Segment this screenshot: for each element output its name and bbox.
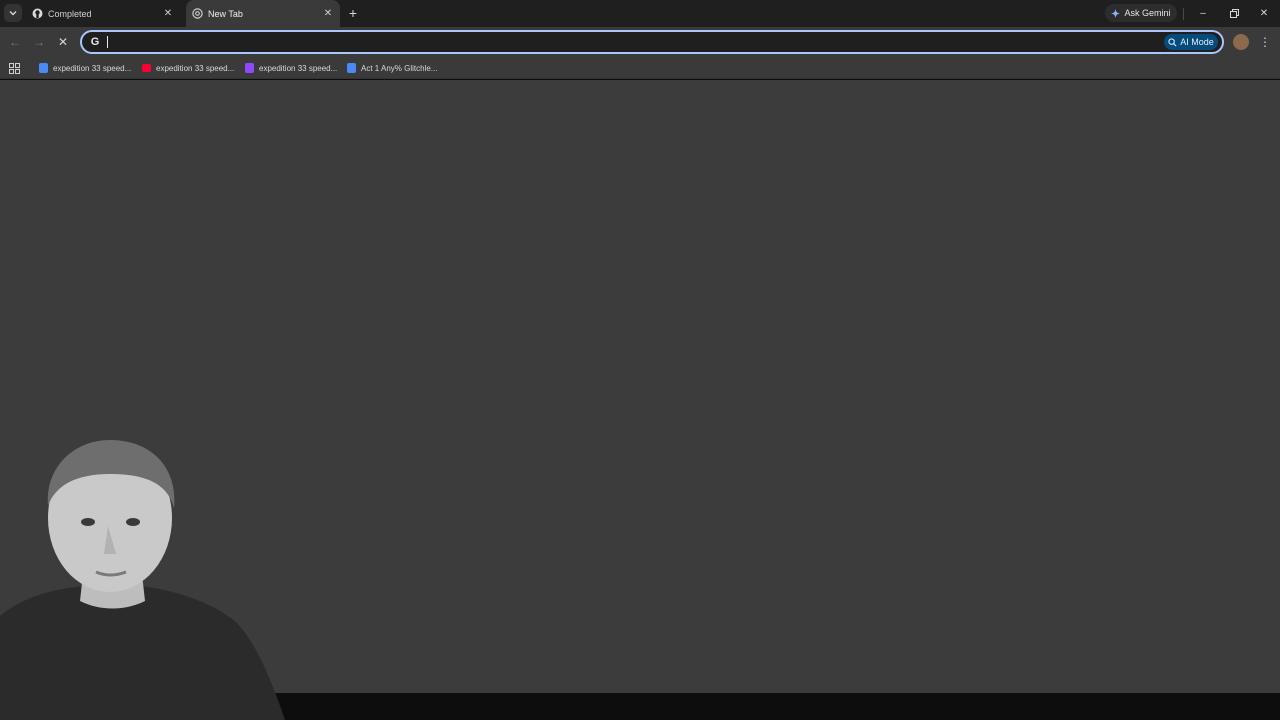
close-window-button[interactable]: ✕ <box>1255 4 1273 22</box>
divider <box>1183 8 1184 20</box>
bookmark-label: expedition 33 speed... <box>53 63 132 73</box>
apps-button[interactable] <box>7 61 21 75</box>
ai-mode-label: AI Mode <box>1180 37 1214 47</box>
stop-button[interactable]: ✕ <box>55 34 71 50</box>
chrome-icon <box>192 8 203 19</box>
youtube-icon <box>142 64 151 72</box>
close-icon[interactable]: ✕ <box>161 7 175 21</box>
bookmark-item[interactable]: expedition 33 speed... <box>39 60 131 76</box>
google-icon: G <box>90 36 100 48</box>
toolbar: ← → ✕ G AI Mode ⋮ <box>0 27 1280 57</box>
arrow-left-icon: ← <box>9 35 21 49</box>
tab-new-tab[interactable]: New Tab ✕ <box>186 0 340 27</box>
twitch-icon <box>245 63 254 73</box>
bookmark-label: expedition 33 speed... <box>259 63 338 73</box>
minimize-icon: – <box>1200 7 1206 19</box>
bookmark-label: expedition 33 speed... <box>156 63 235 73</box>
ask-gemini-label: Ask Gemini <box>1124 8 1171 18</box>
google-docs-icon <box>39 63 48 73</box>
back-button[interactable]: ← <box>7 34 23 50</box>
more-menu-button[interactable]: ⋮ <box>1258 33 1272 51</box>
gemini-sparkle-icon <box>1111 8 1121 18</box>
address-bar[interactable]: G AI Mode <box>80 30 1224 54</box>
bookmark-label: Act 1 Any% Glitchle... <box>361 63 438 73</box>
kebab-menu-icon: ⋮ <box>1259 35 1271 49</box>
forward-button[interactable]: → <box>31 34 47 50</box>
bookmark-item[interactable]: expedition 33 speed... <box>142 60 234 76</box>
plus-icon: + <box>348 5 358 21</box>
webcam-overlay <box>0 440 285 720</box>
tab-title: Completed <box>48 8 92 19</box>
chevron-down-icon <box>9 11 17 16</box>
bookmarks-bar: expedition 33 speed... expedition 33 spe… <box>0 57 1280 79</box>
tab-search-button[interactable] <box>4 4 22 22</box>
apps-grid-icon <box>8 62 20 74</box>
tab-completed[interactable]: Completed ✕ <box>26 0 180 27</box>
minimize-button[interactable]: – <box>1194 4 1212 22</box>
bookmark-item[interactable]: expedition 33 speed... <box>245 60 337 76</box>
tab-strip: Completed ✕ New Tab ✕ + Ask Gemini – ✕ <box>0 0 1280 27</box>
text-cursor <box>107 36 108 48</box>
github-icon <box>32 8 43 19</box>
close-icon[interactable]: ✕ <box>321 7 335 21</box>
tab-title: New Tab <box>208 8 243 19</box>
new-tab-button[interactable]: + <box>345 5 361 21</box>
bookmark-item[interactable]: Act 1 Any% Glitchle... <box>347 60 437 76</box>
arrow-right-icon: → <box>33 35 45 49</box>
address-input[interactable] <box>106 34 1156 50</box>
close-icon: ✕ <box>57 35 69 49</box>
ai-mode-button[interactable]: AI Mode <box>1164 34 1218 50</box>
avatar[interactable] <box>1233 34 1249 50</box>
google-docs-icon <box>347 63 356 73</box>
search-sparkle-icon <box>1168 37 1177 47</box>
ask-gemini-button[interactable]: Ask Gemini <box>1105 4 1177 22</box>
close-icon: ✕ <box>1259 7 1269 19</box>
restore-icon <box>1229 8 1239 18</box>
restore-button[interactable] <box>1225 4 1243 22</box>
